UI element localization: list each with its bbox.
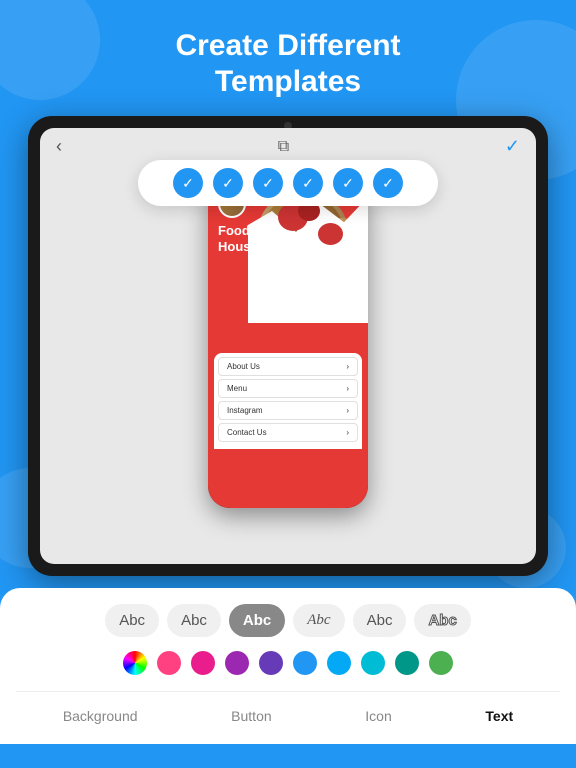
phone-mockup: FoodHouse: [208, 178, 368, 508]
color-hot-pink[interactable]: [157, 651, 181, 675]
menu-label-aboutus: About Us: [227, 362, 260, 371]
tab-background[interactable]: Background: [51, 704, 150, 728]
icon-item-3[interactable]: ✓: [253, 168, 283, 198]
icon-item-1[interactable]: ✓: [173, 168, 203, 198]
tab-button[interactable]: Button: [219, 704, 283, 728]
tab-icon[interactable]: Icon: [353, 704, 403, 728]
check-button[interactable]: ✓: [505, 136, 520, 157]
color-rainbow[interactable]: [123, 651, 147, 675]
color-purple[interactable]: [225, 651, 249, 675]
phone-screen: FoodHouse: [208, 178, 368, 508]
color-blue[interactable]: [293, 651, 317, 675]
tab-text[interactable]: Text: [473, 704, 525, 728]
font-selector: Abc Abc Abc Abc Abc Abc: [16, 604, 560, 637]
color-light-blue[interactable]: [327, 651, 351, 675]
font-option-6[interactable]: Abc: [414, 604, 470, 637]
font-option-3[interactable]: Abc: [229, 604, 285, 637]
tablet-device: ‹ ⧉ ✓ ✓ ✓ ✓ ✓ ✓ ✓: [28, 116, 548, 576]
color-picker: [16, 651, 560, 675]
icon-selector-pill: ✓ ✓ ✓ ✓ ✓ ✓: [138, 160, 438, 206]
color-deep-purple[interactable]: [259, 651, 283, 675]
menu-label-instagram: Instagram: [227, 406, 263, 415]
font-option-5[interactable]: Abc: [353, 604, 407, 637]
menu-arrow-contactus: ›: [346, 428, 349, 437]
color-teal[interactable]: [395, 651, 419, 675]
menu-label-contactus: Contact Us: [227, 428, 267, 437]
font-option-2[interactable]: Abc: [167, 604, 221, 637]
menu-item-contactus[interactable]: Contact Us ›: [218, 423, 358, 442]
bottom-panel: Abc Abc Abc Abc Abc Abc Background Butto…: [0, 588, 576, 744]
back-button[interactable]: ‹: [56, 136, 62, 157]
tablet-wrapper: ‹ ⧉ ✓ ✓ ✓ ✓ ✓ ✓ ✓: [0, 116, 576, 576]
icon-item-6[interactable]: ✓: [373, 168, 403, 198]
copy-icon[interactable]: ⧉: [278, 138, 289, 156]
color-cyan[interactable]: [361, 651, 385, 675]
font-option-1[interactable]: Abc: [105, 604, 159, 637]
menu-item-instagram[interactable]: Instagram ›: [218, 401, 358, 420]
color-green[interactable]: [429, 651, 453, 675]
color-pink[interactable]: [191, 651, 215, 675]
icon-item-5[interactable]: ✓: [333, 168, 363, 198]
menu-arrow-aboutus: ›: [346, 362, 349, 371]
icon-item-4[interactable]: ✓: [293, 168, 323, 198]
menu-item-aboutus[interactable]: About Us ›: [218, 357, 358, 376]
menu-label-menu: Menu: [227, 384, 247, 393]
menu-item-menu[interactable]: Menu ›: [218, 379, 358, 398]
bottom-tabs: Background Button Icon Text: [16, 691, 560, 728]
pie-2-berry: [318, 223, 343, 245]
phone-menu-container: About Us › Menu › Instagram ›: [214, 353, 362, 449]
tablet-screen: ‹ ⧉ ✓ ✓ ✓ ✓ ✓ ✓ ✓: [40, 128, 536, 564]
icon-item-2[interactable]: ✓: [213, 168, 243, 198]
font-option-4[interactable]: Abc: [293, 604, 344, 637]
menu-arrow-menu: ›: [346, 384, 349, 393]
menu-arrow-instagram: ›: [346, 406, 349, 415]
